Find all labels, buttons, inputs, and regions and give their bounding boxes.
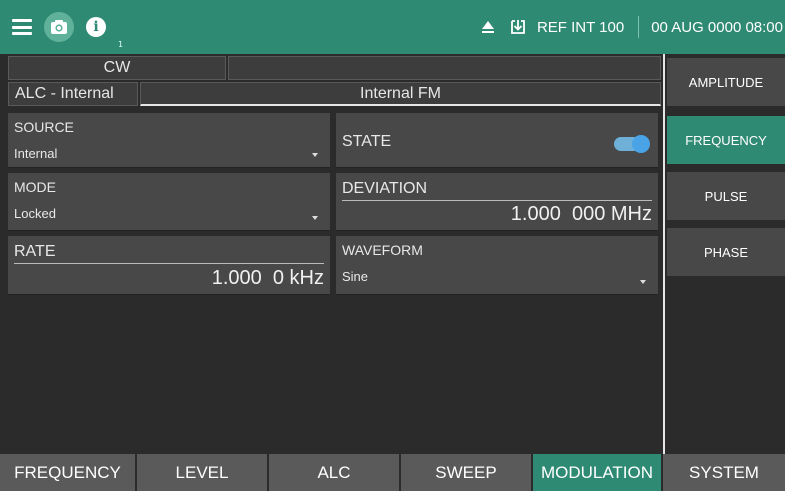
tab-label: FREQUENCY [14, 462, 121, 482]
camera-icon[interactable] [44, 12, 74, 42]
eject-icon[interactable] [481, 20, 495, 34]
deviation-underline [342, 200, 652, 201]
top-bar-left: i [12, 10, 106, 44]
sidebar-item-frequency[interactable]: FREQUENCY [667, 116, 785, 164]
tab-label: SYSTEM [689, 462, 759, 482]
rate-value: 1.000 0 kHz [211, 267, 324, 289]
waveform-value: Sine [342, 269, 369, 284]
modulation-status-text: Internal FM [360, 84, 441, 102]
mode-field[interactable]: MODE Locked [8, 173, 330, 230]
tab-label: MODULATION [540, 462, 654, 482]
download-icon[interactable] [509, 18, 527, 36]
tab-label: SWEEP [435, 462, 497, 482]
camera-glyph [51, 20, 67, 34]
tab-sweep[interactable]: SWEEP [401, 454, 531, 491]
chevron-down-icon [312, 153, 318, 157]
state-label: STATE [342, 133, 392, 150]
chevron-down-icon [312, 216, 318, 220]
source-label: SOURCE [14, 119, 74, 135]
top-bar-right: REF INT 100 00 AUG 0000 08:00 [481, 0, 785, 54]
sidebar-item-phase[interactable]: PHASE [667, 228, 785, 276]
top-bar: i 1 REF INT 100 00 AUG 0000 08:00 [0, 0, 785, 54]
mode-status: CW [8, 56, 226, 80]
sidebar-item-label: FREQUENCY [685, 132, 767, 148]
rate-underline [14, 263, 324, 264]
sidebar-item-label: AMPLITUDE [688, 74, 764, 90]
sidebar-item-label: PHASE [703, 244, 749, 260]
tab-modulation[interactable]: MODULATION [533, 454, 661, 491]
state-field[interactable]: STATE [336, 113, 658, 167]
tab-level[interactable]: LEVEL [137, 454, 267, 491]
deviation-label: DEVIATION [342, 180, 428, 197]
mode-label: MODE [14, 179, 56, 195]
tab-label: ALC [317, 462, 351, 482]
rate-label: RATE [14, 243, 56, 260]
tab-alc[interactable]: ALC [269, 454, 399, 491]
deviation-field[interactable]: DEVIATION 1.000 000 MHz [336, 173, 658, 230]
waveform-field[interactable]: WAVEFORM Sine [336, 236, 658, 294]
sidebar-item-pulse[interactable]: PULSE [667, 172, 785, 220]
menu-icon[interactable] [12, 19, 32, 35]
mode-status-text: CW [103, 59, 131, 76]
alc-status: ALC - Internal [8, 82, 138, 106]
status-blank [228, 56, 661, 80]
info-icon[interactable]: i [86, 17, 106, 37]
bottom-tab-bar: FREQUENCY LEVEL ALC SWEEP MODULATION SYS… [0, 454, 785, 491]
tab-frequency[interactable]: FREQUENCY [0, 454, 135, 491]
deviation-value: 1.000 000 MHz [510, 203, 652, 225]
chevron-down-icon [640, 280, 646, 284]
tab-label: LEVEL [175, 462, 229, 482]
state-toggle[interactable] [614, 135, 650, 153]
top-bar-separator [638, 16, 640, 38]
waveform-label: WAVEFORM [342, 242, 423, 258]
rate-field[interactable]: RATE 1.000 0 kHz [8, 236, 330, 294]
tab-system[interactable]: SYSTEM [663, 454, 785, 491]
datetime-label: 00 AUG 0000 08:00 [651, 18, 783, 36]
info-badge: 1 [118, 40, 124, 49]
modulation-type-sidebar: AMPLITUDE FREQUENCY PULSE PHASE [663, 54, 785, 454]
source-field[interactable]: SOURCE Internal [8, 113, 330, 167]
toggle-knob [632, 135, 650, 153]
sidebar-item-amplitude[interactable]: AMPLITUDE [667, 58, 785, 106]
mode-value: Locked [14, 206, 56, 221]
modulation-status: Internal FM [140, 82, 661, 106]
source-value: Internal [14, 146, 58, 161]
alc-status-text: ALC - Internal [15, 85, 114, 102]
reference-label: REF INT 100 [536, 18, 625, 36]
sidebar-item-label: PULSE [704, 188, 748, 204]
